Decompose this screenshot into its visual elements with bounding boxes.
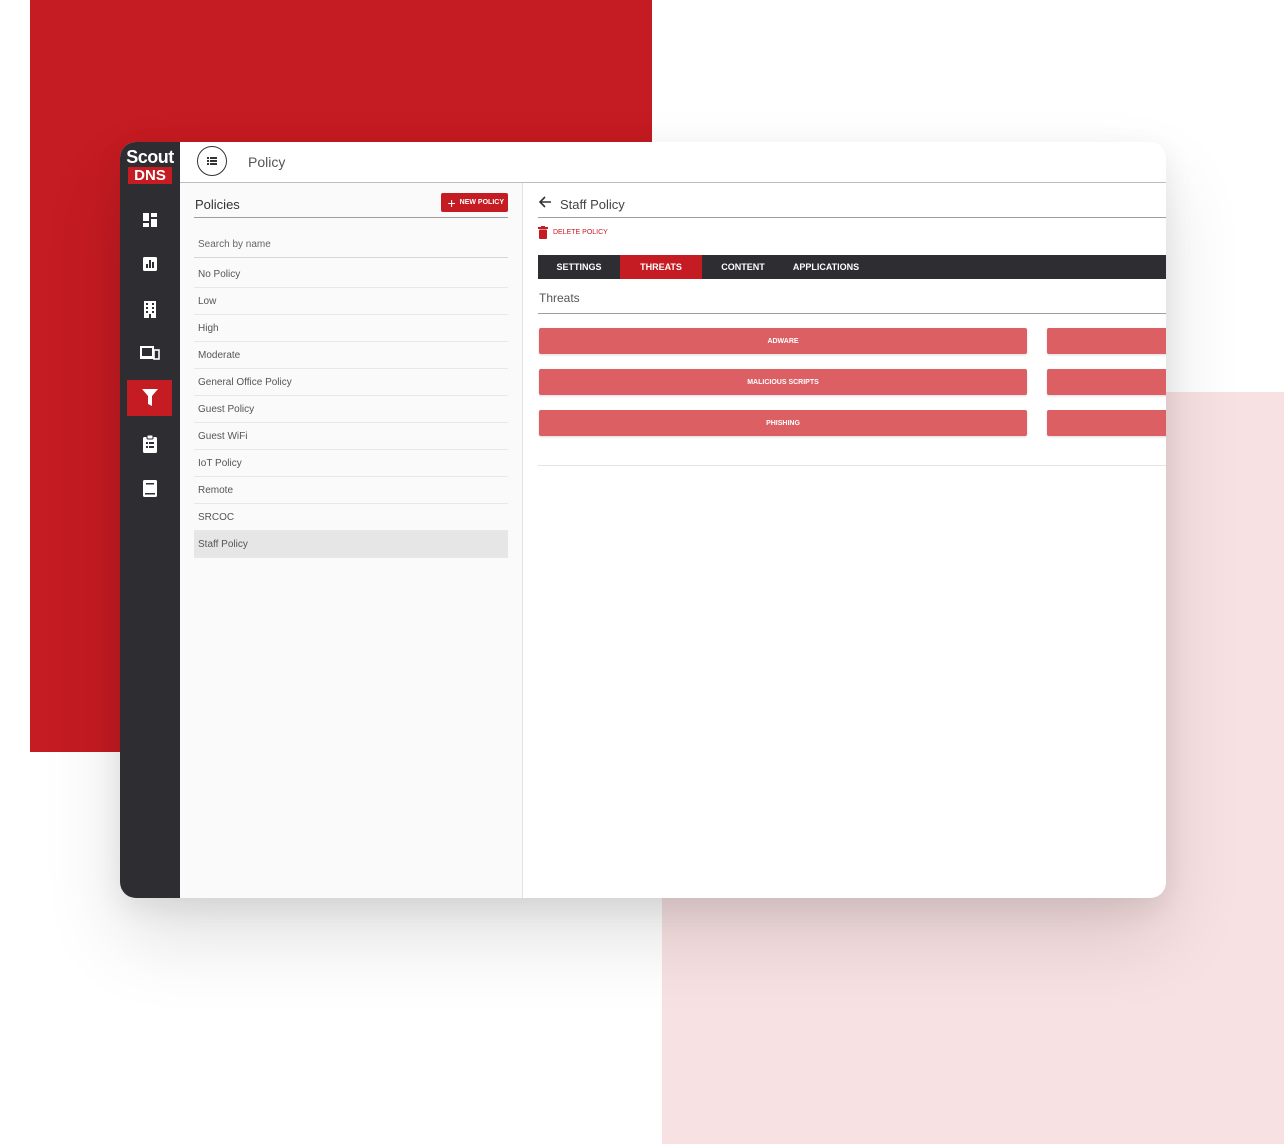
- devices-icon: [139, 346, 160, 360]
- threat-toggle-malicious-scripts[interactable]: MALICIOUS SCRIPTS: [539, 369, 1027, 395]
- nav-dashboard[interactable]: [127, 202, 172, 238]
- policies-header: Policies + NEW POLICY: [194, 193, 508, 218]
- filter-icon: [141, 389, 158, 406]
- policy-list-item[interactable]: No Policy: [194, 261, 508, 288]
- tab-threats[interactable]: THREATS: [620, 255, 702, 279]
- policy-detail-panel: Staff Policy DELETE POLICY SETTINGS THRE…: [523, 183, 1166, 898]
- policy-list-item[interactable]: High: [194, 315, 508, 342]
- threat-toggle[interactable]: [1047, 410, 1166, 436]
- policy-list: No Policy Low High Moderate General Offi…: [194, 261, 508, 558]
- detail-header: Staff Policy: [538, 193, 1166, 218]
- nav-sites[interactable]: [127, 291, 172, 327]
- nav-reports[interactable]: [127, 246, 172, 282]
- nav-logs[interactable]: [127, 426, 172, 462]
- menu-button[interactable]: [197, 146, 227, 176]
- nav-devices[interactable]: [127, 335, 172, 371]
- policies-panel: Policies + NEW POLICY No Policy Low High…: [180, 183, 523, 898]
- threat-toggle-adware[interactable]: ADWARE: [539, 328, 1027, 354]
- list-menu-icon: [207, 157, 217, 165]
- delete-policy-label: DELETE POLICY: [553, 229, 608, 236]
- policy-list-item[interactable]: Guest Policy: [194, 396, 508, 423]
- threat-toggle[interactable]: [1047, 369, 1166, 395]
- new-policy-label: NEW POLICY: [459, 199, 504, 206]
- top-bar: Policy: [180, 142, 1166, 183]
- policy-list-item[interactable]: General Office Policy: [194, 369, 508, 396]
- back-arrow-icon[interactable]: [538, 195, 552, 209]
- page-title: Policy: [248, 154, 286, 170]
- policies-title: Policies: [195, 197, 240, 212]
- policy-list-item-selected[interactable]: Staff Policy: [194, 531, 508, 558]
- scoutdns-logo: Scout DNS: [124, 148, 176, 185]
- policy-list-item[interactable]: Remote: [194, 477, 508, 504]
- logo-scout-text: Scout: [126, 147, 174, 167]
- detail-title: Staff Policy: [560, 197, 625, 212]
- search-field: [194, 233, 508, 258]
- threats-section-title: Threats: [539, 291, 580, 305]
- dashboard-icon: [142, 213, 157, 227]
- reports-chart-icon: [142, 257, 157, 271]
- logo-dns-text: DNS: [128, 167, 172, 184]
- plus-icon: +: [447, 194, 456, 211]
- tab-applications[interactable]: APPLICATIONS: [784, 255, 868, 279]
- policy-list-item[interactable]: IoT Policy: [194, 450, 508, 477]
- threat-toggle-phishing[interactable]: PHISHING: [539, 410, 1027, 436]
- app-window: Scout DNS Policy Policies + NEW POLICY S…: [120, 142, 1166, 898]
- section-divider: [538, 465, 1166, 466]
- threats-section-header: Threats: [538, 291, 1166, 314]
- policy-list-item[interactable]: Moderate: [194, 342, 508, 369]
- clipboard-list-icon: [142, 435, 157, 453]
- policy-list-item[interactable]: Guest WiFi: [194, 423, 508, 450]
- new-policy-button[interactable]: + NEW POLICY: [441, 193, 508, 212]
- tab-content[interactable]: CONTENT: [702, 255, 784, 279]
- tab-bar: SETTINGS THREATS CONTENT APPLICATIONS: [538, 255, 1166, 279]
- nav-rail: Scout DNS: [120, 142, 180, 898]
- policy-list-item[interactable]: Low: [194, 288, 508, 315]
- trash-icon: [538, 226, 548, 239]
- nav-docs[interactable]: [127, 470, 172, 506]
- search-input[interactable]: [194, 233, 502, 255]
- threat-toggle[interactable]: [1047, 328, 1166, 354]
- tab-settings[interactable]: SETTINGS: [538, 255, 620, 279]
- building-icon: [143, 300, 156, 318]
- nav-policy[interactable]: [127, 380, 172, 416]
- delete-policy-button[interactable]: DELETE POLICY: [538, 226, 608, 239]
- book-icon: [142, 479, 157, 497]
- policy-list-item[interactable]: SRCOC: [194, 504, 508, 531]
